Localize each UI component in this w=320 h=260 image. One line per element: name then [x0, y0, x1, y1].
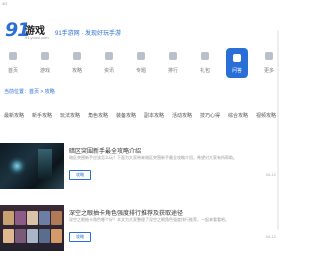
article-title[interactable]: 深空之眼抽卡角色强度排行推荐及获取途径: [69, 208, 183, 217]
thumbnail-card: [3, 229, 14, 243]
article-date: 04-12: [265, 172, 276, 177]
nav-item-label: 专题: [135, 68, 146, 74]
article-date: 04-12: [265, 234, 276, 239]
category-tab[interactable]: 角色攻略: [88, 112, 108, 119]
thumbnail-card: [3, 211, 14, 225]
status-bar: 4G: [0, 0, 280, 8]
nav-item-label: 攻略: [71, 68, 82, 74]
rank-icon: [169, 52, 177, 60]
status-text: 4G: [2, 1, 8, 6]
category-tabs: 最新攻略 新手攻略 玩法攻略 角色攻略 装备攻略 副本攻略 活动攻略 技巧心得 综合攻略 视频攻略: [0, 112, 280, 122]
gift-icon: [201, 52, 209, 60]
nav-item[interactable]: 攻略: [66, 48, 88, 78]
thumbnail-card: [27, 211, 38, 225]
nav-item[interactable]: 问答: [226, 48, 248, 78]
breadcrumb[interactable]: 当前位置：首页 > 攻略: [4, 88, 55, 95]
thumbnail-card: [51, 229, 62, 243]
article-title[interactable]: 暗区突围新手最全攻略介绍: [69, 146, 141, 155]
nav-item-label: 问答: [231, 68, 242, 74]
nav-item-label: 首页: [7, 68, 18, 74]
topic-icon: [137, 52, 145, 60]
thumbnail-figure: [38, 149, 52, 179]
category-tab[interactable]: 玩法攻略: [60, 112, 80, 119]
article-item[interactable]: 暗区突围新手最全攻略介绍 暗区突围新手应该怎么玩？下面为大家带来暗区突围新手最全…: [0, 143, 280, 189]
thumbnail-glow: [8, 157, 26, 175]
category-tab[interactable]: 活动攻略: [172, 112, 192, 119]
site-slogan: 91手游网 · 发现好玩手游: [55, 31, 122, 37]
gamepad-icon: [41, 52, 49, 60]
nav-item-label: 礼包: [199, 68, 210, 74]
logo-sub: 91.youxi.com: [25, 35, 49, 40]
thumbnail-card: [15, 229, 26, 243]
nav-item-label: 资讯: [103, 68, 114, 74]
nav-item[interactable]: 专题: [130, 48, 152, 78]
category-tab[interactable]: 副本攻略: [144, 112, 164, 119]
nav-item[interactable]: 首页: [2, 48, 24, 78]
category-tab[interactable]: 装备攻略: [116, 112, 136, 119]
nav-item[interactable]: 礼包: [194, 48, 216, 78]
category-tab[interactable]: 新手攻略: [32, 112, 52, 119]
thumbnail-card: [51, 211, 62, 225]
category-tab[interactable]: 综合攻略: [228, 112, 248, 119]
thumbnail-card: [27, 229, 38, 243]
question-icon: [233, 54, 241, 62]
main-nav: 首页 游戏 攻略 资讯 专题 排行 礼包 问答 更多: [0, 48, 280, 82]
article-tag[interactable]: 攻略: [69, 232, 91, 242]
home-icon: [9, 52, 17, 60]
more-icon: [265, 52, 273, 60]
scrollbar[interactable]: [277, 30, 279, 230]
article-thumbnail[interactable]: [0, 143, 64, 189]
nav-item[interactable]: 游戏: [34, 48, 56, 78]
article-item[interactable]: 深空之眼抽卡角色强度排行推荐及获取途径 深空之眼抽卡角色哪个好？本文为大家整理了…: [0, 205, 280, 251]
thumbnail-card: [39, 211, 50, 225]
article-desc: 暗区突围新手应该怎么玩？下面为大家带来暗区突围新手最全攻略介绍，希望对大家有所帮…: [69, 155, 237, 160]
article-thumbnail[interactable]: [0, 205, 64, 251]
article-tag[interactable]: 攻略: [69, 170, 91, 180]
nav-item-label: 排行: [167, 68, 178, 74]
nav-item[interactable]: 资讯: [98, 48, 120, 78]
news-icon: [105, 52, 113, 60]
thumbnail-card: [39, 229, 50, 243]
category-tab[interactable]: 最新攻略: [4, 112, 24, 119]
nav-item-label: 游戏: [39, 68, 50, 74]
site-logo[interactable]: 91 游戏 91.youxi.com: [5, 19, 49, 45]
article-desc: 深空之眼抽卡角色哪个好？本文为大家整理了深空之眼角色强度排行推荐，一起来看看吧。: [69, 217, 229, 222]
category-tab[interactable]: 技巧心得: [200, 112, 220, 119]
category-tab[interactable]: 视频攻略: [256, 112, 276, 119]
thumbnail-card: [15, 211, 26, 225]
nav-item[interactable]: 排行: [162, 48, 184, 78]
book-icon: [73, 52, 81, 60]
header: 91 游戏 91.youxi.com 91手游网 · 发现好玩手游: [0, 8, 280, 42]
